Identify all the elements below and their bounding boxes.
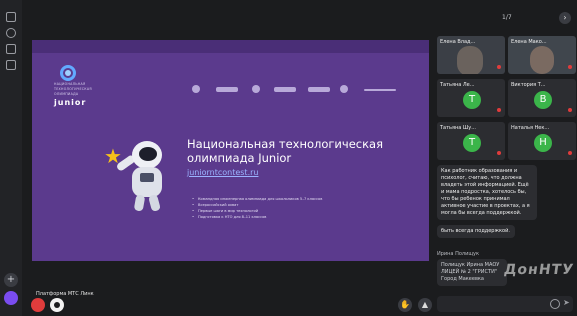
muted-mic-icon <box>568 65 572 69</box>
participant-avatar: Т <box>463 134 481 152</box>
partner-logo-icon <box>340 85 348 93</box>
muted-mic-icon <box>497 151 501 155</box>
chat-message: быть всегда поддержкой. <box>437 225 515 238</box>
presentation-slide: НАЦИОНАЛЬНАЯ ТЕХНОЛОГИЧЕСКАЯ ОЛИМПИАДА j… <box>32 40 429 261</box>
participant-tile[interactable]: Елена Влад... <box>437 36 505 74</box>
microphone-button[interactable] <box>31 298 45 312</box>
participant-name: Татьяна Шу... <box>440 125 476 131</box>
slide-link[interactable]: juniorntcontest.ru <box>187 168 258 177</box>
participant-name: Елена Мако... <box>511 39 547 45</box>
camera-button[interactable] <box>50 298 64 312</box>
participant-name: Виктория Т... <box>511 82 546 88</box>
raise-hand-button[interactable]: ✋ <box>398 298 412 312</box>
chat-message: Как работник образования и психолог, счи… <box>437 165 537 220</box>
nti-logo: НАЦИОНАЛЬНАЯ ТЕХНОЛОГИЧЕСКАЯ ОЛИМПИАДА j… <box>54 65 112 107</box>
participant-tile[interactable]: Елена Мако... <box>508 36 576 74</box>
slide-header-band <box>32 40 429 53</box>
participant-tile[interactable]: Татьяна Шу... Т <box>437 122 505 160</box>
video-conference-app: + 1/7 › НАЦИОНАЛЬНАЯ ТЕХНОЛОГИЧЕСКАЯ ОЛИ… <box>0 0 577 316</box>
participant-avatar: Т <box>463 91 481 109</box>
participant-name: Наталья Нек... <box>511 125 550 131</box>
partner-logo-icon <box>274 87 296 92</box>
slide-title: Национальная технологическая олимпиада J… <box>187 137 384 165</box>
add-button[interactable]: + <box>4 273 18 287</box>
watermark: ДонНТУ <box>502 262 575 278</box>
chat-input[interactable] <box>443 299 543 309</box>
participant-avatar: Н <box>534 134 552 152</box>
nti-logo-line: ОЛИМПИАДА <box>54 92 79 96</box>
top-bar: 1/7 › <box>22 0 577 32</box>
send-icon[interactable]: ➤ <box>563 298 570 307</box>
share-button[interactable]: ▲ <box>418 298 432 312</box>
circle-icon[interactable] <box>6 28 16 38</box>
participant-name: Елена Влад... <box>440 39 476 45</box>
muted-mic-icon <box>568 108 572 112</box>
chat-icon[interactable] <box>6 44 16 54</box>
partner-logo-icon <box>192 85 200 93</box>
user-avatar[interactable] <box>4 291 18 305</box>
chat-sender: Ирина Полищук <box>437 251 480 257</box>
muted-mic-icon <box>568 151 572 155</box>
nti-logo-line: НАЦИОНАЛЬНАЯ <box>54 82 86 86</box>
partner-logo-icon <box>252 85 260 93</box>
nti-logo-mark-icon <box>60 65 76 81</box>
partner-logo-icon <box>364 89 396 91</box>
chat-input-bar: ➤ <box>437 296 573 312</box>
chat-message: Полищук Ирина МАОУ ЛИЦЕЙ № 2 "ГРИСТИ" Го… <box>437 259 507 286</box>
bullet-item: Подготовка к НТО для 8–11 классов <box>192 214 412 220</box>
astronaut-illustration: ★ <box>102 135 192 230</box>
muted-mic-icon <box>497 65 501 69</box>
chevron-right-icon[interactable]: › <box>559 12 571 24</box>
partner-logo-icon <box>308 87 330 92</box>
participant-tile[interactable]: Татьяна Ле... Т <box>437 79 505 117</box>
muted-mic-icon <box>497 108 501 112</box>
nti-logo-line: ТЕХНОЛОГИЧЕСКАЯ <box>54 87 92 91</box>
partner-logos <box>192 85 412 95</box>
partner-logo-icon <box>216 87 238 92</box>
participant-tile[interactable]: Наталья Нек... Н <box>508 122 576 160</box>
nti-brand: junior <box>54 98 87 107</box>
participant-name: Татьяна Ле... <box>440 82 475 88</box>
menu-icon[interactable] <box>6 12 16 22</box>
left-rail: + <box>0 0 22 316</box>
emoji-icon[interactable] <box>550 299 560 309</box>
slide-bullets: Командная инженерная олимпиада для школь… <box>192 196 412 220</box>
participant-avatar: В <box>534 91 552 109</box>
platform-label: Платформа МТС Линк <box>36 291 94 297</box>
participant-tile[interactable]: Виктория Т... В <box>508 79 576 117</box>
document-icon[interactable] <box>6 60 16 70</box>
page-counter: 1/7 <box>502 14 512 21</box>
